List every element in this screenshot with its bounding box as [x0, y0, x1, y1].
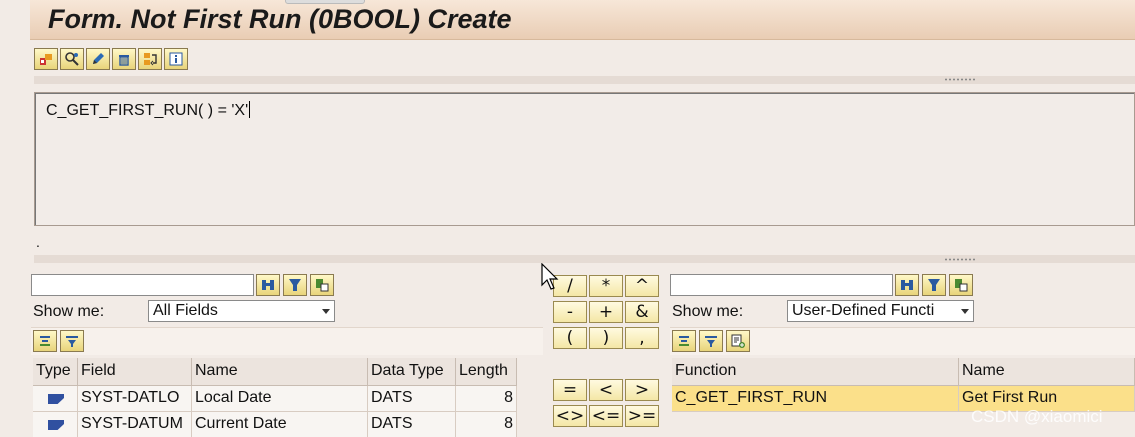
- table-row-length[interactable]: 8: [456, 386, 517, 412]
- delete-icon: [119, 55, 129, 66]
- col-header-function[interactable]: Function: [672, 358, 959, 386]
- watermark-text: CSDN @xiaomici: [971, 407, 1103, 426]
- op-not-equal-button[interactable]: <>: [553, 405, 587, 427]
- formula-text: C_GET_FIRST_RUN( ) = 'X': [46, 102, 249, 119]
- delete-button[interactable]: [112, 48, 136, 70]
- op-comma-button[interactable]: ,: [625, 327, 659, 349]
- op-close-paren-button[interactable]: ): [589, 327, 623, 349]
- right-column-filter-button[interactable]: [699, 330, 723, 352]
- right-show-me-select[interactable]: User-Defined Functi: [787, 300, 974, 322]
- sort-icon: [679, 336, 689, 346]
- settings-icon: [65, 52, 79, 66]
- splitter-grip[interactable]: [944, 78, 976, 81]
- op-greater-button[interactable]: >: [625, 379, 659, 401]
- chevron-down-icon: [961, 309, 969, 314]
- table-row-data-type[interactable]: DATS: [368, 386, 456, 412]
- table-row-name[interactable]: Current Date: [192, 412, 368, 437]
- op-greater-equal-button[interactable]: >=: [625, 405, 659, 427]
- right-search-input[interactable]: [670, 274, 893, 296]
- right-filter-button[interactable]: [922, 274, 946, 296]
- page-title: Form. Not First Run (0BOOL) Create: [48, 4, 512, 34]
- op-plus-button[interactable]: +: [589, 301, 623, 323]
- left-column-filter-button[interactable]: [60, 330, 84, 352]
- table-row-length[interactable]: 8: [456, 412, 517, 437]
- right-find-button[interactable]: [895, 274, 919, 296]
- sort-icon: [40, 336, 50, 346]
- mouse-pointer-icon: [541, 263, 559, 290]
- right-sort-asc-button[interactable]: [672, 330, 696, 352]
- formula-code[interactable]: C_GET_FIRST_RUN( ) = 'X': [46, 101, 251, 120]
- text-caret: [249, 101, 251, 118]
- add-function-icon: [731, 334, 745, 348]
- main-toolbar: [34, 48, 188, 70]
- op-open-paren-button[interactable]: (: [553, 327, 587, 349]
- field-type-icon: [48, 420, 64, 430]
- splitter-bottom[interactable]: [34, 255, 1135, 263]
- col-header-function-name[interactable]: Name: [959, 358, 1135, 386]
- check-syntax-icon: [40, 54, 52, 65]
- replace-button[interactable]: [138, 48, 162, 70]
- left-filter-button[interactable]: [283, 274, 307, 296]
- layout-icon: [316, 279, 329, 292]
- left-layout-button[interactable]: [310, 274, 334, 296]
- right-show-me-label: Show me:: [672, 303, 744, 320]
- table-row-name[interactable]: Local Date: [192, 386, 368, 412]
- left-sort-asc-button[interactable]: [33, 330, 57, 352]
- table-row-field[interactable]: SYST-DATUM: [78, 412, 192, 437]
- fields-table: Type Field Name Data Type Length SYST-DA…: [31, 358, 543, 437]
- binoculars-icon: [262, 280, 274, 290]
- op-equal-button[interactable]: =: [553, 379, 587, 401]
- row-type-icon-cell[interactable]: [33, 386, 78, 412]
- field-type-icon: [48, 394, 64, 404]
- right-layout-button[interactable]: [949, 274, 973, 296]
- op-power-button[interactable]: ^: [625, 275, 659, 297]
- filter-icon: [928, 279, 940, 291]
- edit-button[interactable]: [86, 48, 110, 70]
- table-row-function[interactable]: C_GET_FIRST_RUN: [672, 386, 959, 412]
- table-row-field[interactable]: SYST-DATLO: [78, 386, 192, 412]
- status-text: .: [36, 234, 40, 250]
- right-show-me-value: User-Defined Functi: [792, 302, 935, 319]
- chevron-down-icon: [322, 309, 330, 314]
- left-search-input[interactable]: [31, 274, 254, 296]
- table-row-data-type[interactable]: DATS: [368, 412, 456, 437]
- left-show-me-value: All Fields: [153, 302, 218, 319]
- right-panel-toolbar: [670, 327, 1135, 355]
- col-header-field[interactable]: Field: [78, 358, 192, 386]
- replace-icon: [144, 53, 157, 66]
- info-icon: [169, 52, 183, 66]
- col-header-length[interactable]: Length: [456, 358, 517, 386]
- left-find-button[interactable]: [256, 274, 280, 296]
- op-multiply-button[interactable]: *: [589, 275, 623, 297]
- op-less-equal-button[interactable]: <=: [589, 405, 623, 427]
- op-concat-button[interactable]: &: [625, 301, 659, 323]
- splitter-top[interactable]: [34, 76, 1135, 84]
- column-filter-icon: [66, 336, 78, 347]
- check-syntax-button[interactable]: [34, 48, 58, 70]
- op-minus-button[interactable]: -: [553, 301, 587, 323]
- layout-icon: [955, 279, 968, 292]
- title-bar: Form. Not First Run (0BOOL) Create: [30, 0, 1135, 40]
- left-show-me-select[interactable]: All Fields: [148, 300, 335, 322]
- col-header-data-type[interactable]: Data Type: [368, 358, 456, 386]
- edit-icon: [93, 53, 104, 64]
- splitter-grip-bottom[interactable]: [944, 258, 976, 261]
- op-less-button[interactable]: <: [589, 379, 623, 401]
- col-header-type[interactable]: Type: [33, 358, 78, 386]
- left-show-me-label: Show me:: [33, 303, 105, 320]
- right-add-function-button[interactable]: [726, 330, 750, 352]
- binoculars-icon: [901, 280, 913, 290]
- info-button[interactable]: [164, 48, 188, 70]
- filter-icon: [289, 279, 301, 291]
- settings-button[interactable]: [60, 48, 84, 70]
- row-type-icon-cell[interactable]: [33, 412, 78, 437]
- column-filter-icon: [705, 336, 717, 347]
- left-panel-toolbar: [31, 327, 543, 355]
- formula-editor[interactable]: C_GET_FIRST_RUN( ) = 'X': [34, 92, 1135, 226]
- col-header-name[interactable]: Name: [192, 358, 368, 386]
